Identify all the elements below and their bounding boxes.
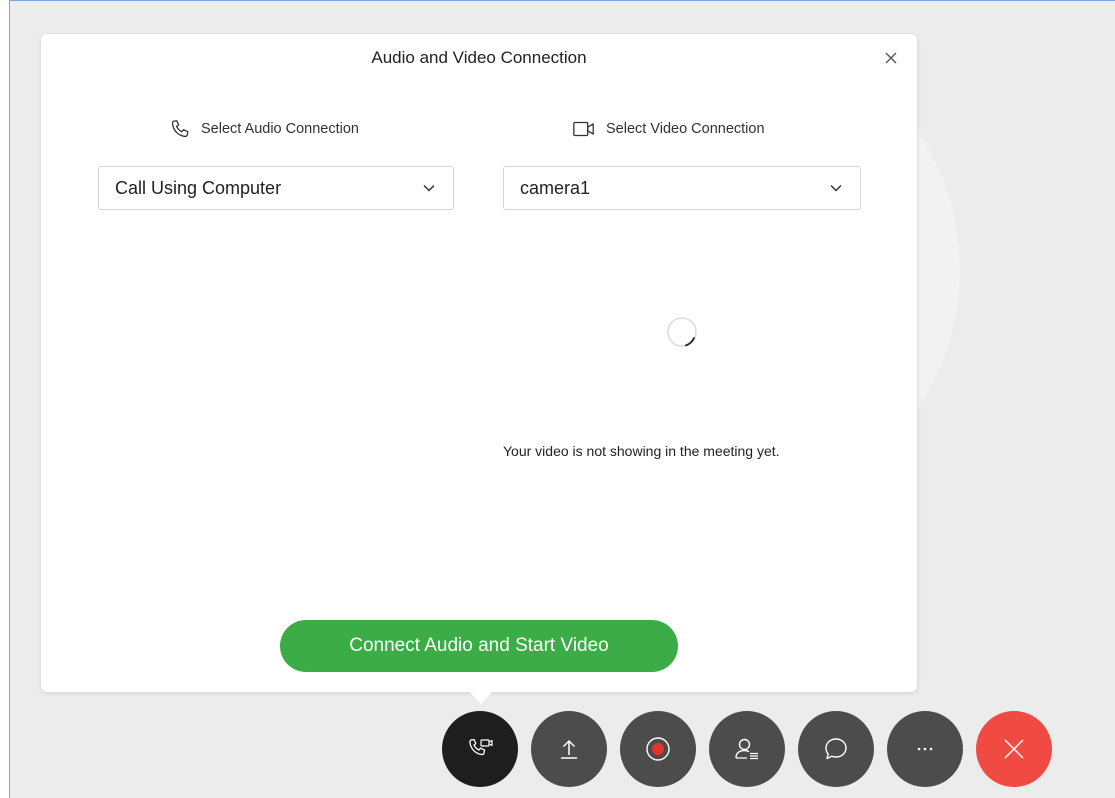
dialog-title: Audio and Video Connection [371,48,587,67]
record-button[interactable] [620,711,696,787]
connect-audio-start-video-button[interactable]: Connect Audio and Start Video [280,620,678,672]
participants-button[interactable] [709,711,785,787]
audio-connection-heading: Select Audio Connection [169,118,359,140]
video-connection-heading: Select Video Connection [572,118,765,140]
chevron-down-icon [423,184,435,192]
participants-icon [735,738,758,760]
dialog-pointer [468,690,494,704]
more-icon [917,747,933,751]
end-call-icon [1004,739,1024,759]
video-status-message: Your video is not showing in the meeting… [503,443,780,459]
audio-video-dialog: Audio and Video Connection Select Audio … [41,34,917,692]
audio-video-button[interactable] [442,711,518,787]
close-icon [885,52,897,64]
chevron-down-icon [830,184,842,192]
window-border-top [0,0,1115,1]
record-icon [646,737,670,761]
video-camera-icon [573,121,594,137]
more-options-button[interactable] [887,711,963,787]
chat-icon [825,738,847,760]
end-meeting-button[interactable] [976,711,1052,787]
video-select-value: camera1 [520,177,591,198]
close-button[interactable] [879,46,903,70]
video-connection-label: Select Video Connection [606,121,765,137]
window-border-left [0,0,10,798]
phone-icon [171,120,189,138]
audio-connection-label: Select Audio Connection [201,121,359,137]
share-content-button[interactable] [531,711,607,787]
audio-connection-select[interactable]: Call Using Computer [98,166,454,210]
loading-spinner-icon [667,317,697,347]
share-icon [561,739,577,759]
audio-select-value: Call Using Computer [115,177,282,198]
chat-button[interactable] [798,711,874,787]
video-connection-select[interactable]: camera1 [503,166,861,210]
audio-video-icon [469,738,493,756]
